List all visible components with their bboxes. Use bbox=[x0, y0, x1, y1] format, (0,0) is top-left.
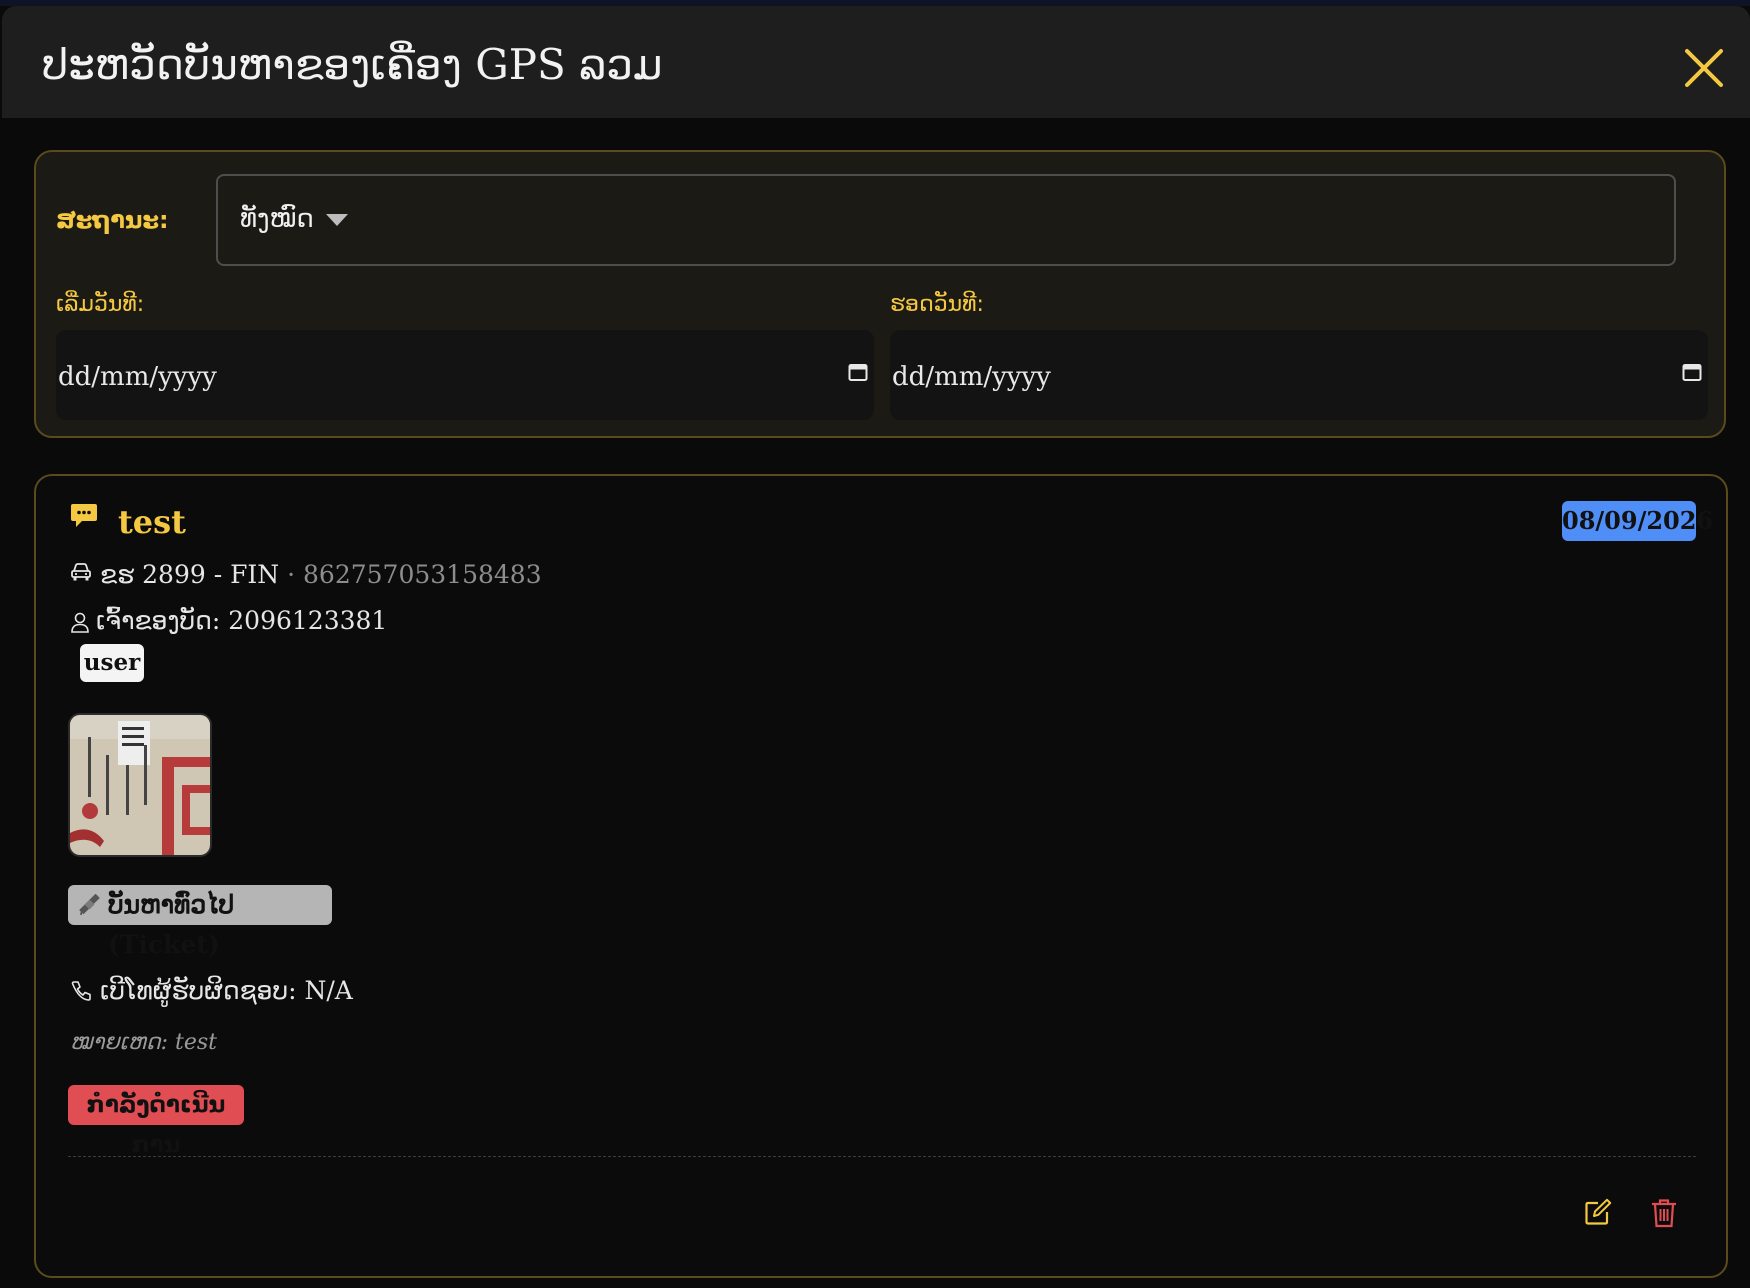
device-imei: 862757053158483 bbox=[303, 560, 542, 589]
status-select-value: ທັງໝົດ bbox=[240, 204, 314, 234]
separator: · bbox=[279, 560, 304, 589]
phone-icon bbox=[71, 981, 91, 1001]
calendar-icon[interactable] bbox=[1682, 362, 1702, 382]
end-date-label: ຮອດວັນທີ: bbox=[890, 292, 984, 317]
car-icon bbox=[71, 563, 91, 581]
status-select[interactable]: ທັງໝົດ bbox=[216, 174, 1676, 266]
caret-down-icon bbox=[326, 214, 348, 226]
ticket-title: test bbox=[118, 503, 186, 541]
card-divider bbox=[68, 1156, 1696, 1157]
status-filter-label: ສະຖານະ: bbox=[56, 206, 169, 234]
vehicle-line: ຂຮ 2899 - FIN · 862757053158483 bbox=[100, 560, 542, 589]
close-icon[interactable] bbox=[1684, 48, 1724, 88]
category-badge: ບັນຫາທົ່ວໄປ (Ticket) bbox=[68, 885, 332, 959]
owner-value: 2096123381 bbox=[228, 606, 388, 635]
owner-label: ເຈົ້າຂອງບັດ: bbox=[96, 606, 229, 635]
note-text: ໝາຍເຫດ: test bbox=[70, 1030, 217, 1055]
phone-value: N/A bbox=[304, 976, 353, 1005]
edit-icon[interactable] bbox=[1584, 1198, 1612, 1226]
satellite-icon bbox=[79, 894, 100, 916]
phone-label: ເບີໂທຜູ້ຮັບຜິດຊອບ: bbox=[100, 976, 305, 1005]
chat-icon bbox=[71, 504, 97, 527]
role-badge: user bbox=[80, 644, 144, 682]
phone-line: ເບີໂທຜູ້ຮັບຜິດຊອບ: N/A bbox=[100, 976, 353, 1005]
category-label: ບັນຫາທົ່ວໄປ (Ticket) bbox=[108, 890, 235, 959]
owner-line: ເຈົ້າຂອງບັດ: 2096123381 bbox=[96, 606, 387, 635]
calendar-icon[interactable] bbox=[848, 362, 868, 382]
trash-icon[interactable] bbox=[1650, 1198, 1678, 1228]
vehicle-plate: ຂຮ 2899 - FIN bbox=[100, 560, 280, 589]
modal-title: ປະຫວັດບັນຫາຂອງເຄື່ອງ GPS ລວມ bbox=[42, 40, 663, 89]
end-date-placeholder: dd/mm/yyyy bbox=[892, 362, 1051, 392]
ticket-card bbox=[34, 474, 1728, 1278]
start-date-placeholder: dd/mm/yyyy bbox=[58, 362, 217, 392]
start-date-label: ເລີ່ມວັນທີ: bbox=[56, 292, 145, 317]
start-date-input[interactable]: dd/mm/yyyy bbox=[56, 330, 874, 420]
attachment-image bbox=[70, 715, 210, 855]
attachment-thumbnail[interactable] bbox=[68, 713, 212, 857]
status-badge: ກຳລັງດຳເນີນການ bbox=[68, 1085, 244, 1158]
end-date-input[interactable]: dd/mm/yyyy bbox=[890, 330, 1708, 420]
person-icon bbox=[71, 612, 89, 633]
date-badge: 08/09/2026 bbox=[1562, 501, 1713, 541]
modal-header: ປະຫວັດບັນຫາຂອງເຄື່ອງ GPS ລວມ bbox=[2, 6, 1750, 118]
